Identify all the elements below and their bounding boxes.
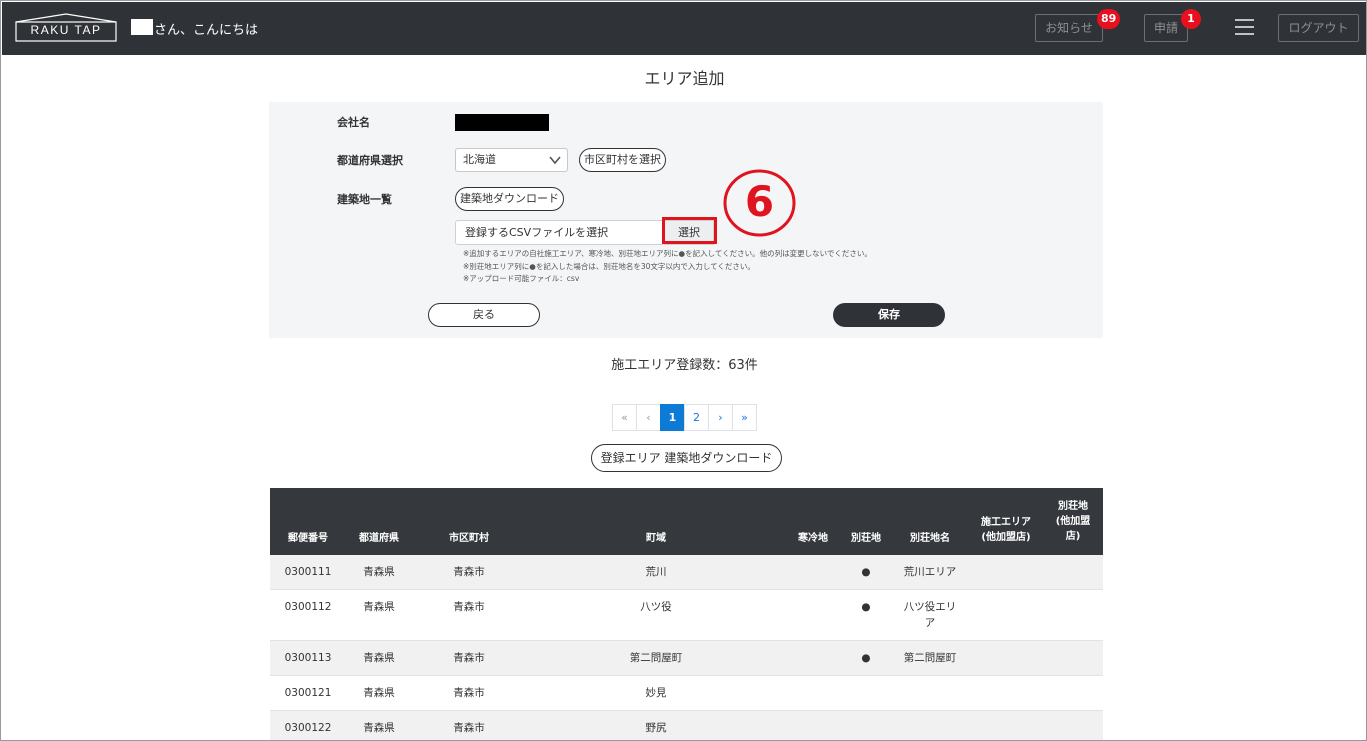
header-postal: 郵便番号 (288, 533, 328, 544)
prefecture-select[interactable]: 北海道 (455, 148, 568, 172)
prefecture-label: 都道府県選択 (337, 154, 403, 167)
note-line-1: ※追加するエリアの自社施工エリア、寒冷地、別荘地エリア列に●を記入してください。… (463, 249, 872, 258)
greeting-text: さん、こんにちは (154, 23, 259, 38)
cell-city: 青森市 (453, 601, 485, 613)
cell-prefecture: 青森県 (363, 687, 395, 699)
table-row: 0300111 青森県 青森市 荒川 ● 荒川エリア (270, 555, 1103, 590)
header-construction-area: 施工エリア (他加盟店) (981, 517, 1031, 543)
cell-postal: 0300112 (284, 601, 332, 613)
cell-villa: ● (861, 601, 871, 613)
back-button[interactable]: 戻る (428, 303, 540, 327)
cell-postal: 0300111 (284, 566, 332, 578)
header-cold: 寒冷地 (798, 533, 828, 544)
note-line-2: ※別荘地エリア列に●を記入した場合は、別荘地名を30文字以内で入力してください。 (463, 262, 755, 271)
next-page-button[interactable]: › (708, 404, 733, 431)
cell-prefecture: 青森県 (363, 601, 395, 613)
header-villa-name: 別荘地名 (910, 533, 950, 544)
annotation-step-circle: 6 (723, 169, 796, 237)
table-body: 0300111 青森県 青森市 荒川 ● 荒川エリア 0300112 青森県 青森市 八ツ役 ● 八ツ… (270, 555, 1103, 740)
header-villa-member: 別荘地 (他加盟 店) (1055, 501, 1091, 542)
annotation-number: 6 (744, 177, 775, 226)
header-city: 市区町村 (449, 533, 489, 544)
raku-tap-logo[interactable]: RAKU TAP (15, 13, 117, 42)
cell-town: 荒川 (645, 566, 667, 578)
annotation-highlight-box (662, 217, 717, 244)
first-page-button[interactable]: « (612, 404, 637, 431)
registered-area-count: 施工エリア登録数：63件 (611, 358, 758, 373)
cell-prefecture: 青森県 (363, 652, 395, 664)
last-page-button[interactable]: » (732, 404, 757, 431)
cell-city: 青森市 (453, 687, 485, 699)
chevron-down-icon (549, 156, 561, 165)
notice-label: お知らせ (1045, 21, 1093, 35)
table-header: 郵便番号 都道府県 市区町村 町域 寒冷地 別荘地 別荘地名 施工エリア (他加… (270, 488, 1103, 555)
prev-page-button[interactable]: ‹ (636, 404, 661, 431)
redacted-username (131, 19, 153, 35)
registered-area-download-button[interactable]: 登録エリア 建築地ダウンロード (591, 444, 782, 472)
table-row: 0300113 青森県 青森市 第二問屋町 ● 第二問屋町 (270, 641, 1103, 676)
table-row: 0300112 青森県 青森市 八ツ役 ● 八ツ役エリ ア (270, 590, 1103, 641)
cell-prefecture: 青森県 (363, 722, 395, 734)
browser-frame: RAKU TAP さん、こんにちは お知らせ 89 申請 1 ログアウト エリア… (0, 0, 1367, 741)
hamburger-menu-icon[interactable] (1235, 19, 1254, 35)
cell-town: 野尻 (645, 722, 667, 734)
page-title: エリア追加 (644, 69, 725, 88)
cell-postal: 0300121 (284, 687, 332, 699)
logo-text: RAKU TAP (30, 23, 102, 37)
cell-town: 妙見 (645, 687, 667, 699)
header-villa: 別荘地 (851, 533, 881, 544)
pagination: « ‹ 1 2 › » (612, 404, 757, 431)
table-row: 0300122 青森県 青森市 野尻 (270, 711, 1103, 740)
logout-button[interactable]: ログアウト (1278, 14, 1359, 42)
redacted-company-name (455, 114, 549, 131)
cell-town: 八ツ役 (640, 601, 672, 613)
site-download-button[interactable]: 建築地ダウンロード (455, 187, 564, 211)
save-button[interactable]: 保存 (833, 303, 945, 327)
cell-villa-name: 第二問屋町 (903, 652, 957, 664)
cell-villa: ● (861, 652, 871, 664)
cell-villa-name: 八ツ役エリ ア (903, 601, 957, 629)
cell-postal: 0300122 (284, 722, 332, 734)
page-2-button[interactable]: 2 (684, 404, 709, 431)
cell-prefecture: 青森県 (363, 566, 395, 578)
cell-villa-name: 荒川エリア (903, 566, 957, 578)
cell-city: 青森市 (453, 652, 485, 664)
header-town: 町域 (646, 533, 666, 544)
cell-city: 青森市 (453, 722, 485, 734)
area-table: 郵便番号 都道府県 市区町村 町域 寒冷地 別荘地 別荘地名 施工エリア (他加… (270, 488, 1103, 740)
notice-button[interactable]: お知らせ (1035, 14, 1103, 42)
top-navigation-bar: RAKU TAP さん、こんにちは お知らせ 89 申請 1 ログアウト (2, 2, 1366, 55)
apply-label: 申請 (1153, 21, 1178, 35)
cell-city: 青森市 (453, 566, 485, 578)
page-1-button[interactable]: 1 (660, 404, 685, 431)
site-list-label: 建築地一覧 (337, 193, 392, 206)
notice-count-badge: 89 (1097, 9, 1121, 29)
company-label: 会社名 (337, 116, 370, 129)
city-select-button[interactable]: 市区町村を選択 (579, 148, 666, 172)
header-prefecture: 都道府県 (359, 533, 399, 544)
logout-label: ログアウト (1288, 21, 1349, 35)
cell-postal: 0300113 (284, 652, 332, 664)
table-row: 0300121 青森県 青森市 妙見 (270, 676, 1103, 711)
note-line-3: ※アップロード可能ファイル：csv (463, 274, 580, 283)
prefecture-value: 北海道 (463, 153, 496, 166)
apply-count-badge: 1 (1181, 9, 1201, 29)
cell-town: 第二問屋町 (629, 652, 683, 664)
cell-villa: ● (861, 566, 871, 578)
csv-file-input[interactable]: 登録するCSVファイルを選択 (455, 220, 663, 245)
